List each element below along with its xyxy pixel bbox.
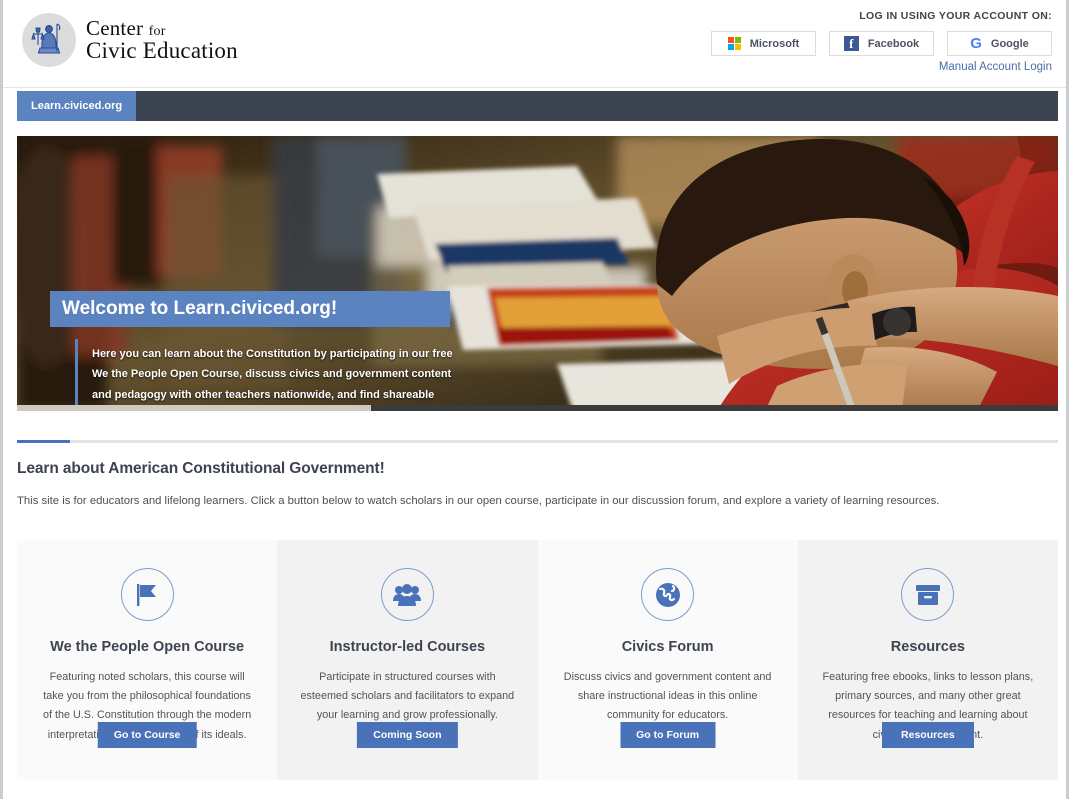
main-navbar: Learn.civiced.org	[17, 91, 1058, 121]
coming-soon-button[interactable]: Coming Soon	[357, 722, 458, 748]
resources-button[interactable]: Resources	[881, 722, 974, 748]
page-subtitle: This site is for educators and lifelong …	[17, 495, 940, 507]
brand-wordmark: Center for Civic Education	[86, 15, 238, 63]
site-logo[interactable]: Center for Civic Education	[22, 13, 238, 67]
globe-icon	[641, 568, 695, 621]
hero-description: Here you can learn about the Constitutio…	[75, 339, 465, 411]
lady-justice-seal-icon	[22, 13, 76, 67]
site-header: Center for Civic Education LOG IN USING …	[3, 0, 1066, 88]
hero-banner: Welcome to Learn.civiced.org! Here you c…	[17, 136, 1058, 411]
login-button-facebook[interactable]: f Facebook	[829, 31, 934, 56]
hero-carousel-progress-fill	[17, 405, 371, 411]
page-title: Learn about American Constitutional Gove…	[17, 460, 385, 477]
manual-account-login-link[interactable]: Manual Account Login	[939, 61, 1052, 73]
section-intro: Learn about American Constitutional Gove…	[17, 460, 1058, 507]
facebook-logo-icon: f	[843, 36, 859, 51]
nav-tab-learn-civiced[interactable]: Learn.civiced.org	[17, 91, 137, 121]
hero-carousel-progress[interactable]	[17, 405, 1058, 411]
page-root: Center for Civic Education LOG IN USING …	[0, 0, 1069, 799]
card-instructor-led-courses: Instructor-led Courses Participate in st…	[277, 540, 538, 780]
card-text: Discuss civics and government content an…	[563, 671, 772, 722]
card-resources: Resources Featuring free ebooks, links t…	[797, 540, 1058, 780]
card-text: Participate in structured courses with e…	[300, 671, 515, 722]
login-button-microsoft-label: Microsoft	[749, 37, 800, 50]
login-button-microsoft[interactable]: Microsoft	[711, 31, 816, 56]
archive-box-icon	[901, 568, 955, 621]
feature-cards: We the People Open Course Featuring note…	[17, 540, 1058, 780]
card-civics-forum: Civics Forum Discuss civics and governme…	[537, 540, 798, 780]
brand-line1-main: Center	[86, 15, 144, 40]
brand-line1-small: for	[148, 23, 166, 39]
login-button-facebook-label: Facebook	[867, 37, 920, 50]
card-title: Instructor-led Courses	[329, 639, 486, 655]
section-divider	[17, 440, 1058, 443]
hero-text-overlay: Welcome to Learn.civiced.org! Here you c…	[50, 291, 470, 411]
login-provider-buttons: Microsoft f Facebook G Google	[711, 31, 1052, 56]
microsoft-logo-icon	[727, 37, 741, 50]
login-area: LOG IN USING YOUR ACCOUNT ON: Microsoft …	[711, 10, 1052, 75]
card-title: We the People Open Course	[50, 639, 245, 655]
card-title: Civics Forum	[621, 639, 714, 655]
hero-title: Welcome to Learn.civiced.org!	[50, 291, 450, 327]
go-to-forum-button[interactable]: Go to Forum	[620, 722, 716, 748]
google-logo-icon: G	[970, 35, 982, 52]
card-we-the-people-open-course: We the People Open Course Featuring note…	[17, 540, 278, 780]
flag-icon	[120, 568, 174, 621]
go-to-course-button[interactable]: Go to Course	[97, 722, 197, 748]
brand-line2: Civic Education	[86, 37, 238, 63]
section-divider-accent	[17, 440, 70, 443]
users-group-icon	[380, 568, 434, 621]
login-button-google[interactable]: G Google	[947, 31, 1052, 56]
card-title: Resources	[890, 639, 965, 655]
login-button-google-label: Google	[990, 37, 1029, 50]
login-prompt-label: LOG IN USING YOUR ACCOUNT ON:	[859, 10, 1052, 22]
